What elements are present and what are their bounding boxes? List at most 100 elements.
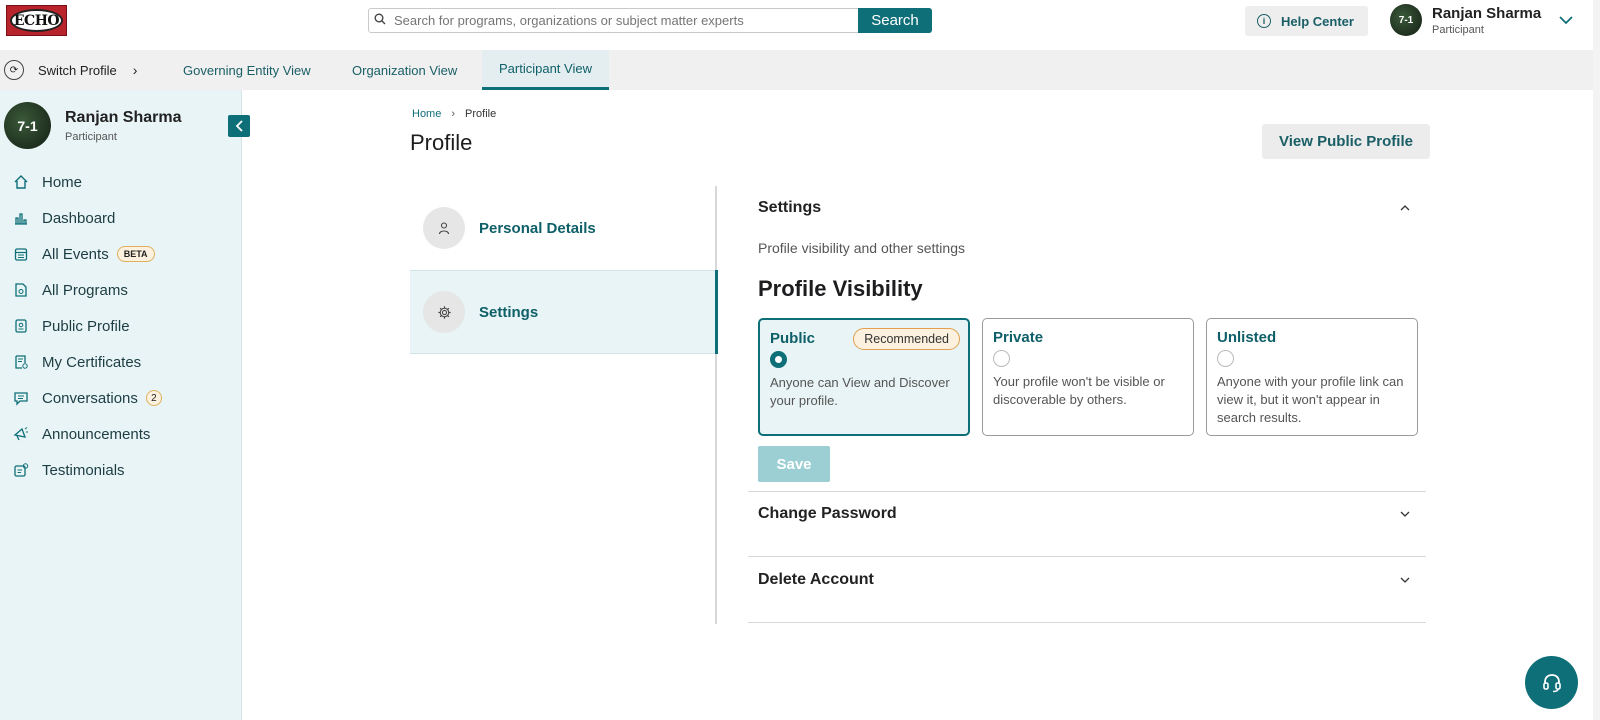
id-badge-icon: [12, 317, 30, 335]
home-icon: [12, 173, 30, 191]
beta-badge: BETA: [116, 246, 155, 262]
option-description: Anyone can View and Discover your profil…: [770, 375, 950, 408]
sidebar-item-home[interactable]: Home: [12, 170, 82, 194]
sidebar-item-my-certificates[interactable]: My Certificates: [12, 350, 141, 374]
echo-logo[interactable]: ECHO: [6, 5, 67, 36]
user-name: Ranjan Sharma: [1432, 4, 1542, 22]
user-menu[interactable]: 7-1 Ranjan Sharma Participant: [1390, 4, 1573, 36]
page-title: Profile: [410, 130, 473, 155]
view-public-profile-button[interactable]: View Public Profile: [1262, 124, 1430, 159]
switch-profile-button[interactable]: ⟳ Switch Profile ›: [4, 50, 137, 90]
headset-icon: [1542, 673, 1561, 692]
sidebar-item-all-events[interactable]: All Events BETA: [12, 242, 155, 266]
info-icon: i: [1257, 14, 1271, 28]
tab-governing-entity-view[interactable]: Governing Entity View: [183, 50, 311, 90]
sidebar-user-name: Ranjan Sharma: [65, 108, 182, 126]
page-scrollbar[interactable]: [1593, 0, 1600, 720]
switch-profile-label: Switch Profile: [38, 62, 117, 78]
option-description: Anyone with your profile link can view i…: [1217, 374, 1404, 425]
person-icon: [423, 207, 465, 249]
settings-heading: Settings: [758, 199, 822, 216]
user-role: Participant: [1432, 23, 1484, 36]
sidebar-item-label: Announcements: [42, 425, 151, 443]
tab-participant-view[interactable]: Participant View: [482, 50, 609, 90]
save-button[interactable]: Save: [758, 446, 830, 482]
collapse-sidebar-button[interactable]: [228, 115, 250, 137]
avatar: 7-1: [1390, 4, 1422, 36]
sidebar-item-announcements[interactable]: Announcements: [12, 422, 150, 446]
breadcrumb-home-link[interactable]: Home: [412, 108, 441, 120]
switch-profile-icon: ⟳: [4, 60, 24, 80]
recommended-badge: Recommended: [853, 328, 960, 350]
divider: [748, 622, 1426, 623]
search-button[interactable]: Search: [858, 8, 932, 33]
sidebar-item-label: Dashboard: [42, 209, 116, 227]
visibility-option-private[interactable]: Private Your profile won't be visible or…: [982, 318, 1194, 436]
option-description: Your profile won't be visible or discove…: [993, 374, 1165, 407]
option-title: Unlisted: [1217, 329, 1277, 346]
profile-visibility-title: Profile Visibility: [758, 276, 923, 301]
gear-icon: [423, 291, 465, 333]
sidebar-user: 7-1 Ranjan Sharma Participant: [4, 102, 181, 149]
menu-item-personal-details[interactable]: Personal Details: [410, 186, 717, 270]
settings-accordion-header[interactable]: Settings: [748, 188, 1426, 228]
sidebar-item-label: All Events: [42, 245, 109, 263]
chevron-down-icon[interactable]: [1400, 508, 1410, 520]
tab-organization-view[interactable]: Organization View: [352, 50, 457, 90]
change-password-accordion-header[interactable]: Change Password: [748, 494, 1426, 534]
option-title: Private: [993, 329, 1044, 346]
chevron-right-icon: ›: [132, 62, 138, 78]
sidebar-item-dashboard[interactable]: Dashboard: [12, 206, 115, 230]
radio-private[interactable]: [993, 350, 1010, 367]
avatar: 7-1: [4, 102, 51, 149]
menu-item-label: Personal Details: [479, 219, 596, 237]
sidebar-user-role: Participant: [65, 130, 117, 143]
sidebar-item-label: All Programs: [42, 281, 128, 299]
visibility-option-unlisted[interactable]: Unlisted Anyone with your profile link c…: [1206, 318, 1418, 436]
sidebar-item-label: My Certificates: [42, 353, 142, 371]
chevron-left-icon: [235, 120, 243, 132]
menu-item-label: Settings: [479, 303, 539, 321]
sidebar-item-public-profile[interactable]: Public Profile: [12, 314, 130, 338]
help-center-button[interactable]: i Help Center: [1245, 6, 1368, 36]
sidebar-item-label: Home: [42, 173, 83, 191]
chevron-down-icon[interactable]: [1400, 574, 1410, 586]
chart-icon: [12, 209, 30, 227]
sidebar-item-label: Public Profile: [42, 317, 130, 335]
search-input[interactable]: [394, 13, 931, 28]
sidebar-item-label: Conversations: [42, 389, 138, 407]
logo-text: ECHO: [10, 9, 63, 32]
divider: [748, 491, 1426, 492]
view-switcher-bar: ⟳ Switch Profile › Governing Entity View…: [0, 50, 1600, 90]
chevron-up-icon[interactable]: [1400, 202, 1410, 214]
delete-account-heading: Delete Account: [758, 571, 874, 588]
sidebar-item-label: Testimonials: [42, 461, 125, 479]
chevron-down-icon[interactable]: [1559, 12, 1573, 28]
menu-item-settings[interactable]: Settings: [410, 270, 717, 354]
top-bar: ECHO Search i Help Center 7-1 Ranjan Sha…: [0, 0, 1600, 50]
testimonial-icon: [12, 461, 30, 479]
search-icon: [374, 13, 394, 28]
support-chat-button[interactable]: [1525, 656, 1578, 709]
document-icon: [12, 281, 30, 299]
profile-section-menu: Personal Details Settings: [410, 186, 717, 624]
settings-subtitle: Profile visibility and other settings: [758, 240, 965, 256]
unread-count-badge: 2: [145, 390, 162, 406]
sidebar-item-all-programs[interactable]: All Programs: [12, 278, 128, 302]
sidebar-item-conversations[interactable]: Conversations 2: [12, 386, 162, 410]
visibility-option-public[interactable]: Public Recommended Anyone can View and D…: [758, 318, 970, 436]
sidebar-item-testimonials[interactable]: Testimonials: [12, 458, 125, 482]
delete-account-accordion-header[interactable]: Delete Account: [748, 560, 1426, 600]
divider: [748, 556, 1426, 557]
chat-icon: [12, 389, 30, 407]
breadcrumb: Home › Profile: [412, 108, 496, 120]
change-password-heading: Change Password: [758, 505, 897, 522]
active-menu-indicator: [715, 270, 718, 354]
help-center-label: Help Center: [1281, 13, 1354, 29]
breadcrumb-current: Profile: [465, 108, 497, 120]
breadcrumb-separator: ›: [451, 108, 456, 120]
radio-public[interactable]: [770, 351, 787, 368]
certificate-icon: [12, 353, 30, 371]
calendar-icon: [12, 245, 30, 263]
radio-unlisted[interactable]: [1217, 350, 1234, 367]
